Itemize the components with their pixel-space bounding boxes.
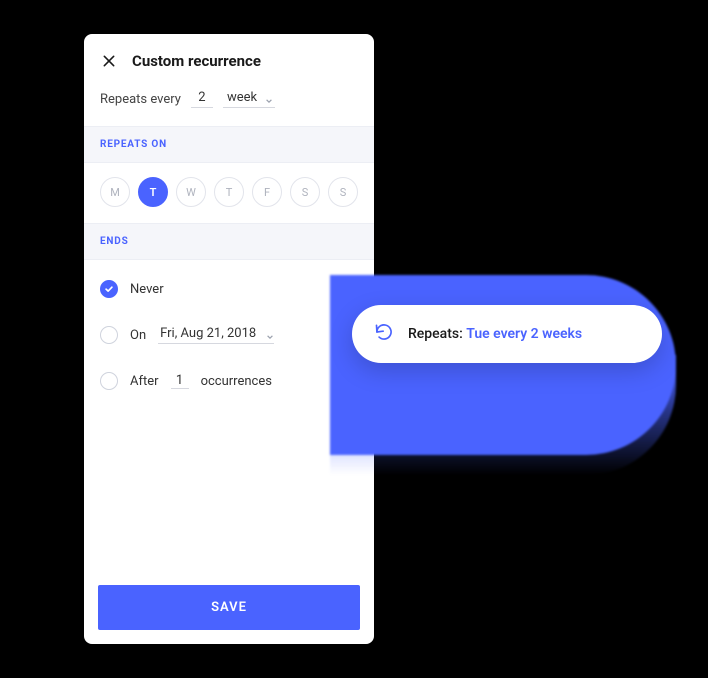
page-title: Custom recurrence — [132, 52, 261, 70]
chevron-down-icon — [265, 94, 273, 109]
day-tuesday[interactable]: T — [138, 177, 168, 207]
occurrence-count-input[interactable]: 1 — [171, 373, 189, 389]
days-row: M T W T F S S — [84, 163, 374, 223]
day-saturday[interactable]: S — [290, 177, 320, 207]
ends-heading: ENDS — [84, 223, 374, 260]
recurrence-summary-text: Repeats: Tue every 2 weeks — [408, 326, 582, 342]
recurrence-summary-pill: Repeats: Tue every 2 weeks — [352, 305, 662, 363]
day-monday[interactable]: M — [100, 177, 130, 207]
unit-select-value: week — [227, 90, 257, 105]
summary-value: Tue every 2 weeks — [466, 326, 582, 342]
summary-prefix: Repeats: — [408, 326, 466, 342]
ends-on-date-select[interactable]: Fri, Aug 21, 2018 — [158, 326, 274, 344]
ends-after-label: After — [130, 374, 159, 389]
close-icon[interactable] — [100, 52, 118, 70]
repeats-every-row: Repeats every 2 week — [84, 84, 374, 126]
day-friday[interactable]: F — [252, 177, 282, 207]
repeats-every-label: Repeats every — [100, 92, 181, 107]
decorative-backdrop — [330, 275, 676, 455]
ends-on-date-value: Fri, Aug 21, 2018 — [160, 326, 256, 341]
radio-after[interactable] — [100, 372, 118, 390]
occurrence-unit-label: occurrences — [201, 374, 272, 389]
day-sunday[interactable]: S — [328, 177, 358, 207]
unit-select[interactable]: week — [223, 90, 275, 108]
repeats-on-heading: REPEATS ON — [84, 126, 374, 163]
ends-on-label: On — [130, 328, 146, 343]
chevron-down-icon — [266, 330, 274, 345]
repeat-icon — [374, 322, 394, 346]
interval-input[interactable]: 2 — [191, 90, 213, 108]
radio-never[interactable] — [100, 280, 118, 298]
save-button[interactable]: SAVE — [98, 585, 360, 630]
radio-on[interactable] — [100, 326, 118, 344]
day-thursday[interactable]: T — [214, 177, 244, 207]
day-wednesday[interactable]: W — [176, 177, 206, 207]
ends-never-label: Never — [130, 282, 164, 297]
card-header: Custom recurrence — [84, 34, 374, 84]
